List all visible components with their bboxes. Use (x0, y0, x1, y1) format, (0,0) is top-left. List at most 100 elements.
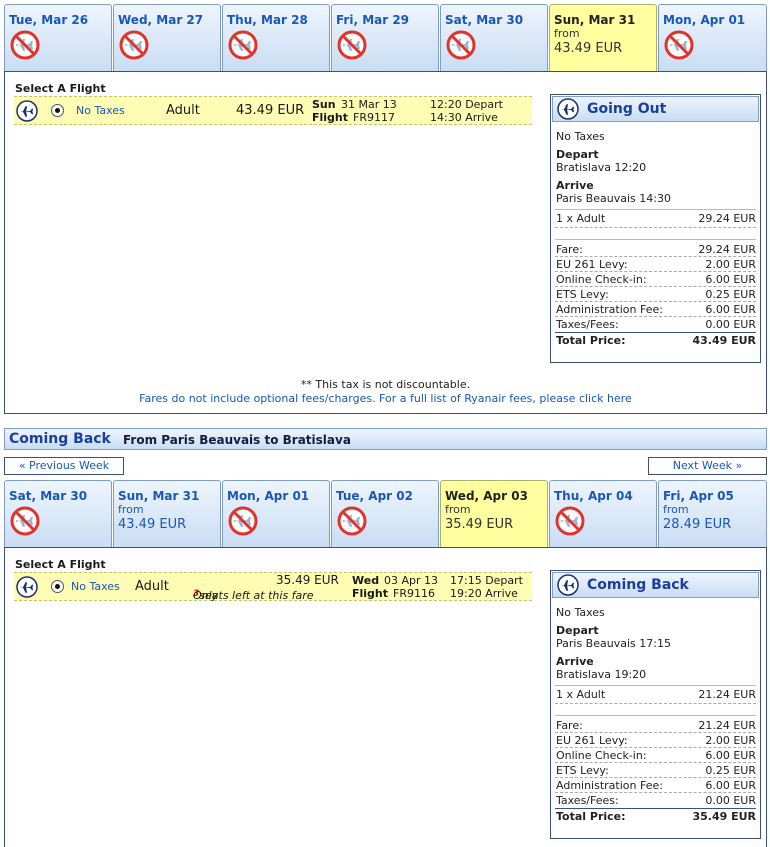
select-flight-heading: Select A Flight (15, 82, 106, 95)
day-price: 43.49 EUR (554, 41, 623, 56)
taxes-value: 0.00 EUR (705, 318, 756, 331)
divider (555, 316, 756, 317)
plane-icon (16, 100, 38, 122)
summary-title: Going Out (587, 101, 667, 117)
day-label: Fri, Apr 05 (663, 489, 734, 503)
day-label: Wed, Mar 27 (118, 13, 204, 27)
admin-fee-value: 6.00 EUR (705, 303, 756, 316)
next-week-button[interactable]: Next Week » (648, 457, 767, 475)
return-flight-panel: Select A Flight No Taxes Adult 35.49 EUR… (4, 547, 767, 847)
arrive-value: Bratislava 19:20 (556, 668, 647, 681)
no-flights-icon (337, 30, 367, 60)
flight-date: 03 Apr 13 (384, 574, 439, 587)
flight-day: Wed (352, 574, 380, 587)
seats-post: seats left at this fare (199, 589, 314, 602)
taxes-value: 0.00 EUR (705, 794, 756, 807)
passenger-type: Adult (135, 579, 169, 594)
depart-time: 12:20 Depart (430, 98, 503, 111)
arrive-label: Arrive (556, 179, 594, 192)
divider (555, 792, 756, 793)
day-label: Tue, Apr 02 (336, 489, 413, 503)
summary-title: Coming Back (587, 577, 689, 593)
divider (555, 332, 756, 333)
divider (555, 271, 756, 272)
plane-icon (557, 98, 579, 120)
going-out-summary: Going Out No Taxes Depart Bratislava 12:… (550, 94, 761, 363)
day-tab-mar-29[interactable]: Fri, Mar 29 (331, 4, 439, 71)
summary-header: Coming Back (552, 572, 759, 598)
day-price: 28.49 EUR (663, 517, 732, 532)
day-label: Thu, Mar 28 (227, 13, 308, 27)
flight-option-row[interactable]: No Taxes Adult 43.49 EUR Sun 31 Mar 13 F… (14, 96, 532, 125)
plane-icon (557, 574, 579, 596)
flight-radio-selected[interactable] (51, 580, 64, 593)
day-label: Tue, Mar 26 (9, 13, 89, 27)
day-tab-mar-30[interactable]: Sat, Mar 30 (440, 4, 548, 71)
select-flight-heading: Select A Flight (15, 558, 106, 571)
admin-fee-label: Administration Fee: (556, 303, 663, 316)
ets-value: 0.25 EUR (705, 764, 756, 777)
day-tab-mar-30[interactable]: Sat, Mar 30 (4, 480, 112, 547)
day-tab-apr-05[interactable]: Fri, Apr 05 from 28.49 EUR (658, 480, 767, 547)
outbound-flight-panel: Select A Flight No Taxes Adult 43.49 EUR… (4, 71, 767, 414)
eu261-value: 2.00 EUR (705, 258, 756, 271)
day-tab-apr-04[interactable]: Thu, Apr 04 (549, 480, 657, 547)
day-tab-apr-03-selected[interactable]: Wed, Apr 03 from 35.49 EUR (440, 480, 548, 547)
day-tab-mar-26[interactable]: Tue, Mar 26 (4, 4, 112, 71)
day-label: Wed, Apr 03 (445, 489, 528, 503)
no-flights-icon (337, 506, 367, 536)
arrive-value: Paris Beauvais 14:30 (556, 192, 671, 205)
flight-number: FR9116 (393, 587, 435, 600)
depart-label: Depart (556, 624, 599, 637)
flight-price: 35.49 EUR (276, 573, 339, 587)
checkin-value: 6.00 EUR (705, 273, 756, 286)
total-value: 43.49 EUR (692, 334, 756, 347)
plane-icon (16, 576, 38, 598)
day-tab-mar-31-selected[interactable]: Sun, Mar 31 from 43.49 EUR (549, 4, 657, 71)
fare-type: No Taxes (71, 580, 120, 593)
from-label: from (663, 503, 689, 516)
arrive-time: 14:30 Arrive (430, 111, 498, 124)
fare-line-label: Fare: (556, 719, 583, 732)
day-tab-mar-27[interactable]: Wed, Mar 27 (113, 4, 221, 71)
arrive-label: Arrive (556, 655, 594, 668)
previous-week-button[interactable]: « Previous Week (4, 457, 124, 475)
no-flights-icon (555, 506, 585, 536)
day-label: Sun, Mar 31 (118, 489, 200, 503)
divider (555, 301, 756, 302)
day-tab-apr-01[interactable]: Mon, Apr 01 (658, 4, 767, 71)
admin-fee-value: 6.00 EUR (705, 779, 756, 792)
tax-note: ** This tax is not discountable. (300, 378, 471, 391)
coming-back-summary: Coming Back No Taxes Depart Paris Beauva… (550, 570, 761, 839)
divider (555, 227, 756, 228)
divider (555, 808, 756, 809)
divider (555, 256, 756, 257)
no-flights-icon (10, 506, 40, 536)
fees-link[interactable]: Fares do not include optional fees/charg… (5, 392, 766, 405)
ets-label: ETS Levy: (556, 288, 609, 301)
depart-value: Paris Beauvais 17:15 (556, 637, 671, 650)
no-flights-icon (119, 30, 149, 60)
flight-label: Flight (312, 111, 349, 124)
flight-option-row[interactable]: No Taxes Adult 35.49 EUR Only 3 seats le… (14, 572, 532, 602)
eu261-value: 2.00 EUR (705, 734, 756, 747)
day-tab-apr-01[interactable]: Mon, Apr 01 (222, 480, 330, 547)
flight-radio-selected[interactable] (51, 104, 64, 117)
checkin-label: Online Check-in: (556, 273, 647, 286)
total-label: Total Price: (556, 810, 626, 823)
from-label: from (445, 503, 471, 516)
day-tab-mar-31[interactable]: Sun, Mar 31 from 43.49 EUR (113, 480, 221, 547)
day-label: Sun, Mar 31 (554, 13, 636, 27)
depart-time: 17:15 Depart (450, 574, 523, 587)
day-tab-mar-28[interactable]: Thu, Mar 28 (222, 4, 330, 71)
eu261-label: EU 261 Levy: (556, 258, 628, 271)
flight-day: Sun (312, 98, 336, 111)
flight-price: 43.49 EUR (236, 103, 305, 118)
day-price: 35.49 EUR (445, 517, 514, 532)
total-label: Total Price: (556, 334, 626, 347)
day-tab-apr-02[interactable]: Tue, Apr 02 (331, 480, 439, 547)
eu261-label: EU 261 Levy: (556, 734, 628, 747)
day-label: Sat, Mar 30 (9, 489, 88, 503)
divider (555, 239, 756, 240)
taxes-label: Taxes/Fees: (556, 318, 619, 331)
